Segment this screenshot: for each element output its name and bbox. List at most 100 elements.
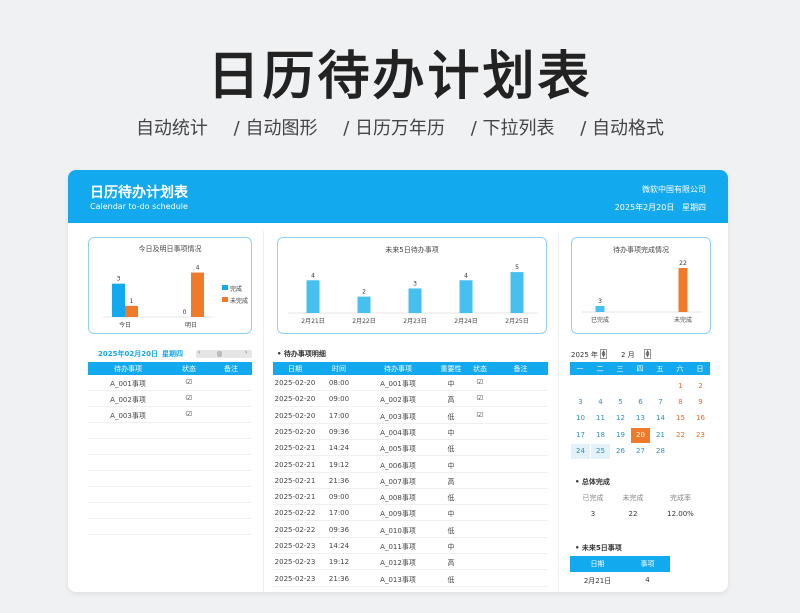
calendar-day[interactable]: 26	[611, 444, 630, 459]
calendar-day[interactable]: 23	[691, 428, 710, 443]
col-header: 待办事项	[384, 365, 412, 373]
importance-cell[interactable]: 高	[435, 477, 467, 487]
importance-cell[interactable]: 低	[435, 526, 467, 536]
calendar-day[interactable]: 19	[611, 428, 630, 443]
calendar-day[interactable]: 2	[691, 379, 710, 394]
weekday-label: 一	[576, 365, 584, 373]
table-row[interactable]: 2025-02-23 19:12 A_012事项 高	[273, 554, 548, 571]
calendar-day[interactable]: 4	[591, 395, 610, 410]
table-row[interactable]: 2025-02-21 09:00 A_008事项 低	[273, 489, 548, 506]
calendar-day[interactable]: 10	[571, 411, 590, 426]
month-spinner[interactable]: ▲ ▼	[644, 349, 651, 359]
todo-item: A_009事项	[380, 510, 416, 519]
calendar-day[interactable]: 8	[671, 395, 690, 410]
calendar-day[interactable]: 21	[651, 428, 670, 443]
bar	[306, 280, 320, 313]
calendar-day[interactable]: 25	[591, 443, 610, 459]
weekday-label: 六	[676, 365, 684, 373]
calendar-day[interactable]: 1	[671, 379, 690, 394]
table-row[interactable]	[88, 503, 252, 519]
calendar-empty-cell	[631, 379, 650, 394]
detail-table-header: 日期 时间 待办事项 重要性 状态 备注	[273, 362, 548, 375]
year-spinner[interactable]: ▲ ▼	[600, 349, 607, 359]
calendar-day[interactable]: 16	[691, 411, 710, 426]
status-checkbox[interactable]: ☑	[467, 411, 493, 419]
importance-cell[interactable]: 中	[435, 428, 467, 438]
tick-label: 2月24日	[454, 318, 477, 325]
importance-cell[interactable]: 高	[435, 395, 467, 405]
calendar-day[interactable]: 15	[671, 411, 690, 426]
summary-done: 3	[590, 510, 596, 518]
table-row[interactable]: 2025-02-23 14:24 A_011事项 中	[273, 538, 548, 554]
status-checkbox[interactable]: ☑	[467, 394, 493, 402]
importance-cell[interactable]: 中	[435, 509, 467, 519]
calendar-day[interactable]: 13	[631, 411, 650, 426]
calendar-day[interactable]: 27	[631, 444, 650, 459]
table-row[interactable]: A_003事项 ☑	[88, 407, 252, 423]
calendar-day[interactable]: 17	[571, 428, 590, 443]
table-row[interactable]: 2025-02-20 09:36 A_004事项 中	[273, 424, 548, 440]
importance-cell[interactable]: 中	[435, 379, 467, 389]
calendar-day[interactable]: 18	[591, 428, 610, 443]
importance-cell[interactable]: 低	[435, 444, 467, 454]
calendar-day[interactable]: 3	[571, 395, 590, 410]
calendar-day[interactable]: 14	[651, 411, 670, 426]
table-row[interactable]: 2025-02-20 08:00 A_001事项 中 ☑	[273, 375, 548, 391]
col-header: 待办事项	[114, 365, 142, 373]
table-row[interactable]: 2025-02-21 14:24 A_005事项 低	[273, 440, 548, 457]
importance-cell[interactable]: 中	[435, 542, 467, 552]
table-row[interactable]	[88, 439, 252, 455]
table-row[interactable]	[88, 423, 252, 439]
table-row[interactable]: 2025-02-20 09:00 A_002事项 高 ☑	[273, 391, 548, 408]
weekday-label: 二	[596, 365, 604, 373]
status-checkbox[interactable]: ☑	[168, 394, 210, 402]
table-row[interactable]: 2025-02-23 21:36 A_013事项 低	[273, 571, 548, 587]
date-scrollbar[interactable]: ‹ ›	[196, 349, 252, 358]
table-row[interactable]: 2025-02-22 09:36 A_010事项 低	[273, 522, 548, 538]
table-row[interactable]: 2025-02-22 17:00 A_009事项 中	[273, 505, 548, 522]
bar	[357, 296, 371, 313]
bar	[408, 288, 422, 313]
col-header: 备注	[224, 365, 238, 373]
calendar-day[interactable]: 11	[591, 411, 610, 426]
month-select[interactable]: 2 月	[621, 350, 635, 360]
year-select[interactable]: 2025 年	[571, 350, 598, 360]
table-row[interactable]: A_001事项 ☑	[88, 375, 252, 391]
calendar-day[interactable]: 7	[651, 395, 670, 410]
calendar-day[interactable]: 9	[691, 395, 710, 410]
time-cell: 09:00	[328, 493, 350, 502]
data-label: 4	[464, 272, 468, 279]
calendar-day[interactable]: 24	[571, 443, 590, 459]
calendar-day[interactable]: 22	[671, 428, 690, 443]
status-checkbox[interactable]: ☑	[467, 378, 493, 386]
scroll-left-icon[interactable]: ‹	[198, 349, 200, 356]
calendar-day[interactable]: 12	[611, 411, 630, 426]
table-row[interactable]	[88, 471, 252, 487]
table-row[interactable]: 2025-02-21 19:12 A_006事项 中	[273, 457, 548, 473]
calendar-empty-cell	[571, 379, 590, 394]
scroll-right-icon[interactable]: ›	[245, 349, 247, 356]
calendar-day[interactable]: 5	[611, 395, 630, 410]
table-row[interactable]: A_002事项 ☑	[88, 391, 252, 407]
importance-cell[interactable]: 低	[435, 575, 467, 585]
scroll-thumb[interactable]	[217, 351, 222, 357]
table-row[interactable]: 2025-02-21 21:36 A_007事项 高	[273, 473, 548, 489]
importance-cell[interactable]: 低	[435, 412, 467, 422]
left-weekday-label: 星期四	[162, 350, 183, 358]
todo-item: A_005事项	[380, 445, 416, 454]
calendar-empty-cell	[591, 379, 610, 394]
date-cell: 2025-02-21	[274, 444, 316, 453]
importance-cell[interactable]: 中	[435, 461, 467, 471]
status-checkbox[interactable]: ☑	[168, 410, 210, 418]
calendar-day[interactable]: 20	[631, 427, 650, 443]
table-row[interactable]	[88, 455, 252, 471]
table-row[interactable]	[88, 519, 252, 535]
status-checkbox[interactable]: ☑	[168, 378, 210, 386]
calendar-day[interactable]: 6	[631, 395, 650, 410]
importance-cell[interactable]: 高	[435, 558, 467, 568]
table-row[interactable]: 2025-02-20 17:00 A_003事项 低 ☑	[273, 408, 548, 424]
calendar-day[interactable]: 28	[651, 444, 670, 459]
importance-cell[interactable]: 低	[435, 493, 467, 503]
table-row[interactable]	[88, 487, 252, 503]
tick-label: 今日	[119, 321, 131, 329]
